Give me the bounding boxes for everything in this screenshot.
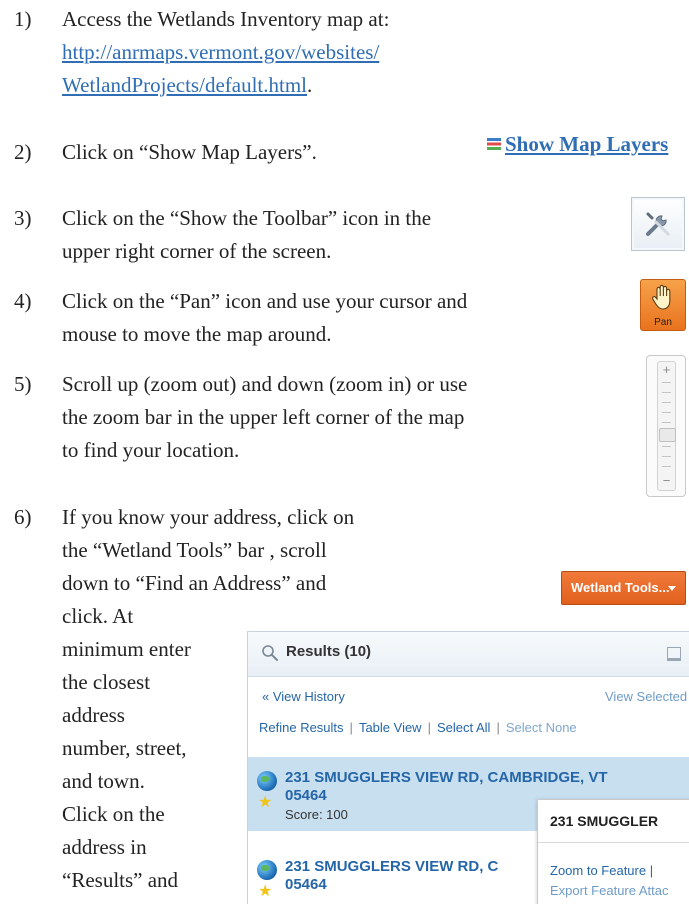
step-text: minimum enter [62,637,191,661]
link-period: . [307,73,313,97]
zoom-tick [662,402,671,403]
pan-button[interactable]: Pan [640,279,686,331]
step-number: 6) [14,505,32,529]
step-text: and town. [62,769,145,793]
zoom-bar[interactable]: + − [646,355,686,497]
result-zip[interactable]: 05464 [285,876,327,893]
step-text: down to “Find an Address” and [62,571,327,595]
zoom-tick [662,392,671,393]
wetland-tools-label: Wetland Tools... [571,580,670,595]
step-text: address in [62,835,147,859]
select-all-link[interactable]: Select All [437,720,490,735]
popup-title: 231 SMUGGLER [550,813,659,829]
zoom-out-button[interactable]: − [658,474,675,488]
zoom-tick [662,446,671,447]
step-text: If you know your address, click on [62,505,355,529]
divider [538,842,689,843]
result-address[interactable]: 231 SMUGGLERS VIEW RD, CAMBRIDGE, VT [285,769,608,786]
view-selected-link[interactable]: View Selected [605,689,687,704]
results-actions: Refine Results | Table View | Select All | Sel… [259,720,577,735]
step-number: 5) [14,372,32,396]
star-icon[interactable]: ★ [258,795,272,811]
pan-label: Pan [654,317,672,328]
wetland-tools-menu-button[interactable]: Wetland Tools... [561,571,686,605]
magnifier-icon [262,645,278,661]
zoom-in-button[interactable]: + [658,363,675,377]
step-text: Click on the “Pan” icon and use your cur… [62,289,468,313]
globe-icon [257,771,277,791]
select-none-link[interactable]: Select None [506,720,577,735]
step-number: 1) [14,7,32,31]
step-text: to find your location. [62,438,240,462]
globe-icon [257,860,277,880]
zoom-slider-thumb[interactable] [659,428,676,442]
minimize-icon[interactable] [667,647,681,661]
star-icon[interactable]: ★ [258,884,272,900]
refine-results-link[interactable]: Refine Results [259,720,344,735]
map-layers-icon [487,138,501,150]
step-text: Click on “Show Map Layers”. [62,140,317,164]
step-number: 2) [14,140,32,164]
step-text: upper right corner of the screen. [62,239,332,263]
show-map-layers-link[interactable]: Show Map Layers [505,132,668,157]
step-text: mouse to move the map around. [62,322,332,346]
step-text: click. At [62,604,134,628]
step-text: the zoom bar in the upper left corner of… [62,405,465,429]
show-toolbar-button[interactable] [631,197,685,251]
step-text: the “Wetland Tools” bar , scroll [62,538,327,562]
zoom-tick [662,456,671,457]
hand-icon [652,284,671,310]
step-text: “Results” and [62,868,179,892]
zoom-slider-track[interactable]: + − [657,361,676,491]
wetlands-map-link[interactable]: http://anrmaps.vermont.gov/websites/ [62,36,379,69]
step-text: Scroll up (zoom out) and down (zoom in) … [62,372,468,396]
step-number: 3) [14,206,32,230]
result-address[interactable]: 231 SMUGGLERS VIEW RD, C [285,858,498,875]
step-number: 4) [14,289,32,313]
table-view-link[interactable]: Table View [359,720,422,735]
step-text: the closest [62,670,151,694]
result-score: Score: 100 [285,807,348,822]
zoom-tick [662,466,671,467]
zoom-tick [662,412,671,413]
result-popup: 231 SMUGGLER Zoom to Feature | Export Fe… [537,799,689,904]
tools-wrench-screwdriver-icon [646,212,670,236]
step-text: Access the Wetlands Inventory map at: [62,7,390,31]
wetlands-map-link-cont[interactable]: WetlandProjects/default.html [62,73,307,97]
results-title: Results (10) [286,643,372,660]
step-text: number, street, [62,736,187,760]
step-text: Click on the “Show the Toolbar” icon in … [62,206,432,230]
results-panel: Results (10) « View History View Selecte… [247,631,689,904]
export-feature-link[interactable]: Export Feature Attac [550,883,669,898]
zoom-tick [662,422,671,423]
zoom-to-feature-link[interactable]: Zoom to Feature | [550,863,653,878]
result-zip[interactable]: 05464 [285,787,327,804]
zoom-tick [662,382,671,383]
caret-down-icon [668,586,676,591]
step-text: address [62,703,125,727]
view-history-link[interactable]: « View History [262,689,345,704]
results-header: Results (10) [248,632,689,677]
step-text: Click on the [62,802,165,826]
